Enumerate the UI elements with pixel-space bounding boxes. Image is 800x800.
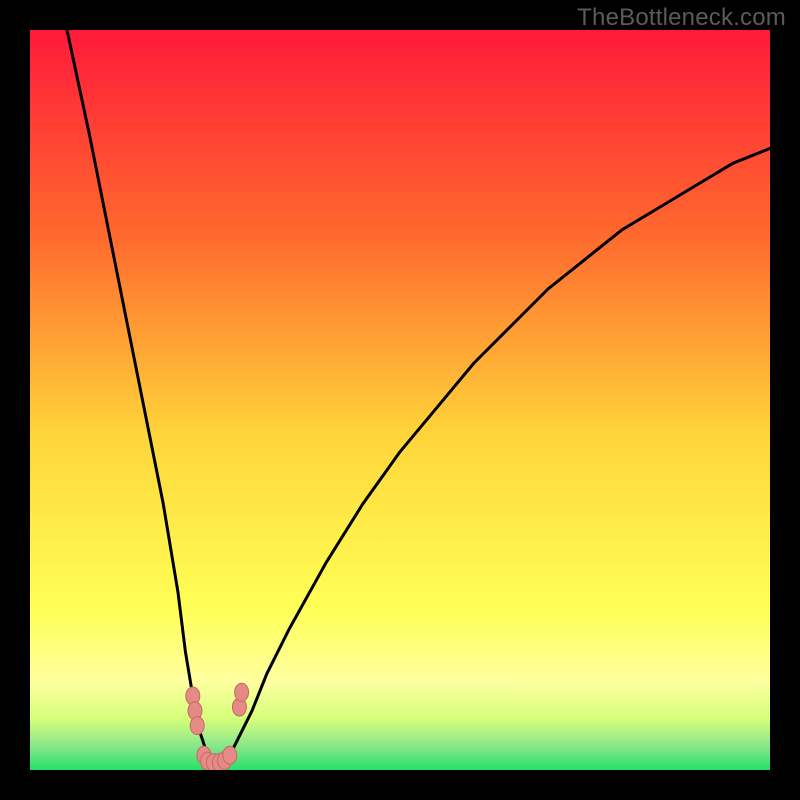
bottleneck-curve (67, 30, 770, 763)
curve-layer (30, 30, 770, 770)
curve-marker (190, 717, 204, 735)
curve-marker (223, 746, 237, 764)
chart-frame: TheBottleneck.com (0, 0, 800, 800)
plot-area (30, 30, 770, 770)
curve-markers (186, 683, 249, 770)
watermark-text: TheBottleneck.com (577, 4, 786, 32)
curve-marker (235, 683, 249, 701)
